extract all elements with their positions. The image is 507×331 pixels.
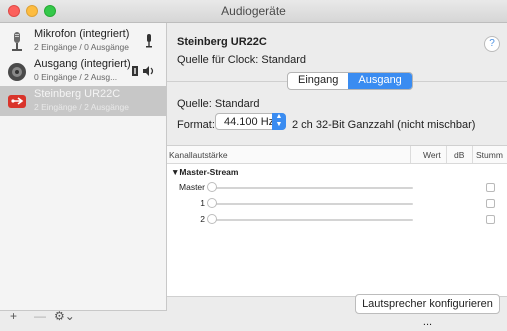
format-label: Format: xyxy=(177,119,215,131)
gear-menu-button[interactable]: ⚙⌄ xyxy=(54,309,75,323)
format-description: 2 ch 32-Bit Ganzzahl (nicht mischbar) xyxy=(292,119,476,131)
group-master-stream[interactable]: ▼Master-Stream xyxy=(171,167,238,177)
volume-slider-knob[interactable] xyxy=(207,198,217,208)
table-row: 2 xyxy=(167,214,507,226)
device-item-mikrofon[interactable]: Mikrofon (integriert) 2 Eingänge / 0 Aus… xyxy=(0,26,166,56)
speaker-icon xyxy=(8,63,26,81)
volume-slider-track[interactable] xyxy=(211,187,413,189)
device-item-steinberg[interactable]: Steinberg UR22C 2 Eingänge / 2 Ausgänge xyxy=(0,86,166,116)
sample-rate-value: 44.100 Hz xyxy=(224,116,275,128)
column-header[interactable]: Stumm xyxy=(476,150,503,160)
direction-tabs: Eingang Ausgang xyxy=(287,72,413,90)
device-name: Ausgang (integriert) xyxy=(34,58,131,70)
remove-device-button[interactable]: — xyxy=(34,309,46,323)
usb-icon xyxy=(8,95,26,108)
device-detail: Steinberg UR22C Quelle für Clock: Standa… xyxy=(167,23,507,328)
default-output-icon xyxy=(132,66,154,76)
volume-table: Kanallautstärke Wert dB Stumm ▼Master-St… xyxy=(167,145,507,297)
device-channels: 0 Eingänge / 2 Ausg... xyxy=(34,72,118,82)
device-channels: 2 Eingänge / 0 Ausgänge xyxy=(34,42,129,52)
window-title: Audiogeräte xyxy=(221,4,286,18)
table-row: Master xyxy=(167,182,507,194)
mute-checkbox[interactable] xyxy=(486,215,495,224)
column-divider xyxy=(472,146,473,163)
column-divider xyxy=(446,146,447,163)
clock-source: Quelle für Clock: Standard xyxy=(177,54,307,66)
add-device-button[interactable]: + xyxy=(10,309,17,323)
sidebar-toolbar: + — ⚙⌄ xyxy=(0,309,167,323)
table-row: 1 xyxy=(167,198,507,210)
mute-checkbox[interactable] xyxy=(486,199,495,208)
help-button[interactable]: ? xyxy=(484,36,500,52)
source-label: Quelle: Standard xyxy=(177,98,260,110)
column-header[interactable]: Kanallautstärke xyxy=(169,150,228,160)
channel-label: 2 xyxy=(200,214,205,224)
tab-eingang[interactable]: Eingang xyxy=(288,73,348,89)
table-header: Kanallautstärke Wert dB Stumm xyxy=(167,146,507,164)
volume-slider-knob[interactable] xyxy=(207,182,217,192)
mute-checkbox[interactable] xyxy=(486,183,495,192)
volume-slider-track[interactable] xyxy=(211,203,413,205)
device-list: Mikrofon (integriert) 2 Eingänge / 0 Aus… xyxy=(0,23,167,310)
settings-panel: Quelle: Standard Format: 44.100 Hz ▲ ▼ 2 … xyxy=(167,81,507,323)
column-header[interactable]: dB xyxy=(454,150,464,160)
volume-slider-knob[interactable] xyxy=(207,214,217,224)
tab-ausgang[interactable]: Ausgang xyxy=(348,73,412,89)
channel-label: Master xyxy=(179,182,205,192)
device-name: Steinberg UR22C xyxy=(34,88,121,100)
volume-slider-track[interactable] xyxy=(211,219,413,221)
configure-speakers-button[interactable]: Lautsprecher konfigurieren ... xyxy=(355,294,500,328)
device-title: Steinberg UR22C xyxy=(177,36,267,48)
channel-label: 1 xyxy=(200,198,205,208)
microphone-icon xyxy=(12,32,22,51)
chevron-updown-icon: ▲ ▼ xyxy=(272,113,286,130)
sample-rate-popup[interactable]: 44.100 Hz ▲ ▼ xyxy=(215,113,286,130)
device-channels: 2 Eingänge / 2 Ausgänge xyxy=(34,102,129,112)
column-divider xyxy=(410,146,411,163)
device-name: Mikrofon (integriert) xyxy=(34,28,130,40)
device-item-ausgang[interactable]: Ausgang (integriert) 0 Eingänge / 2 Ausg… xyxy=(0,56,166,86)
column-header[interactable]: Wert xyxy=(423,150,441,160)
default-input-icon xyxy=(146,34,152,48)
title-bar: Audiogeräte xyxy=(0,0,507,23)
